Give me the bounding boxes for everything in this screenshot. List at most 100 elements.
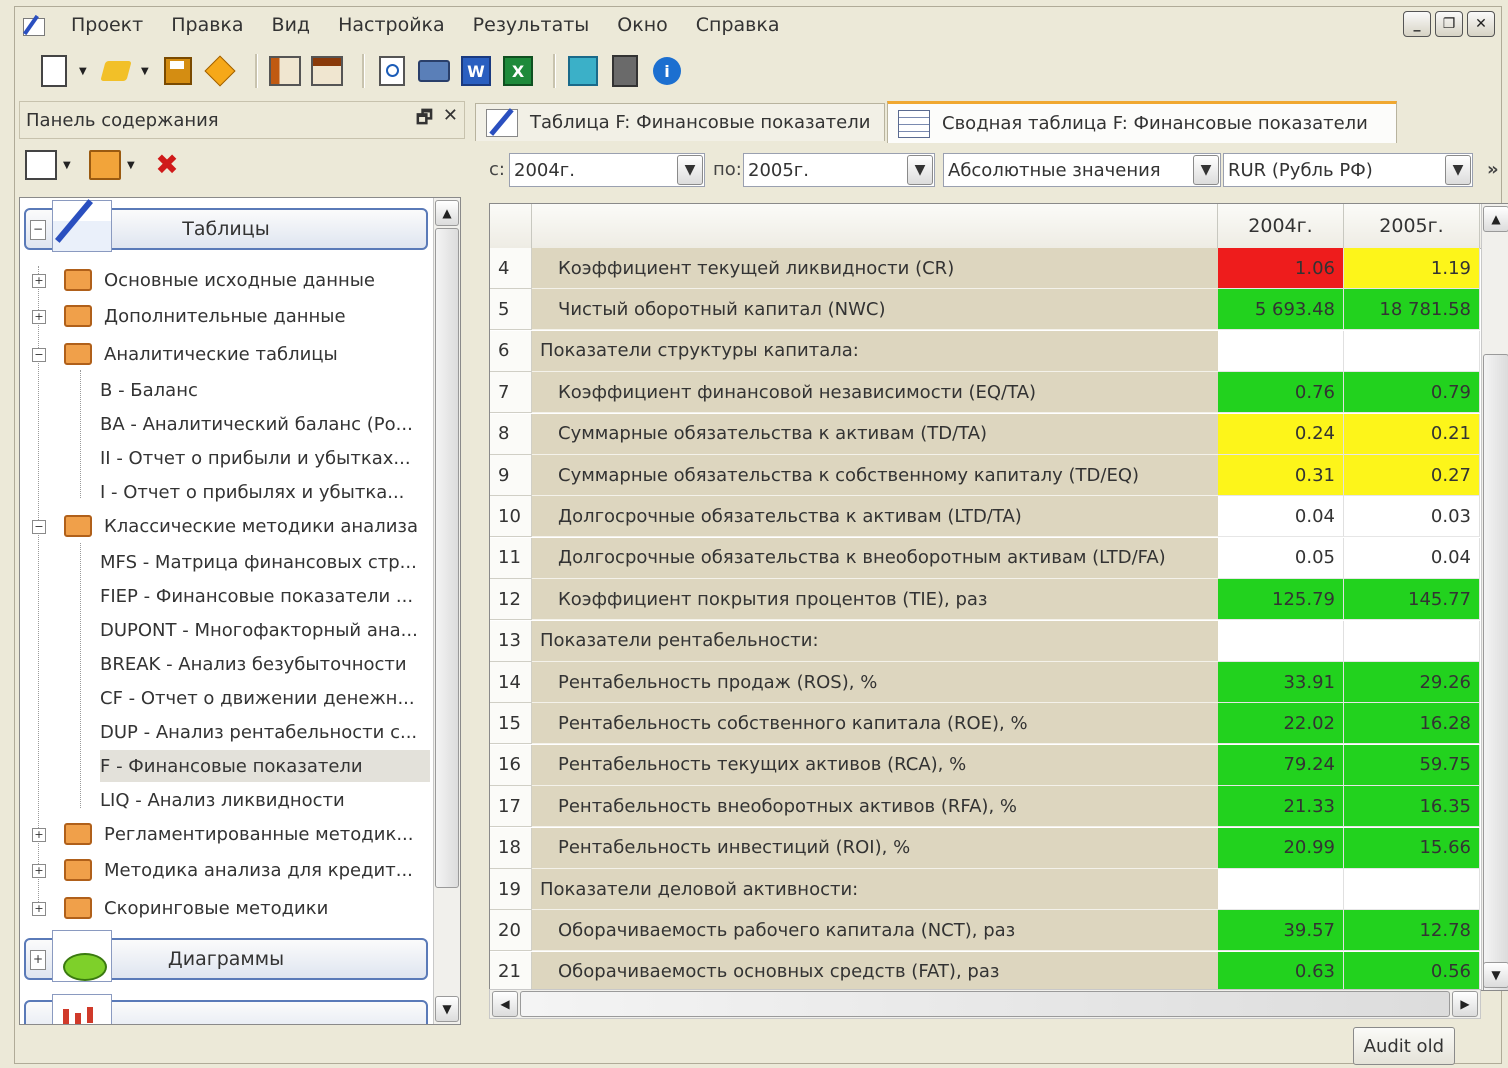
expand-icon[interactable]: +	[30, 950, 46, 970]
scroll-down-icon[interactable]: ▼	[435, 996, 459, 1022]
grid-vertical-scrollbar[interactable]: ▲ ▼	[1481, 204, 1508, 990]
table-row[interactable]: 5 Чистый оборотный капитал (NWC) 5 693.48 1…	[490, 289, 1480, 331]
pane-top-button[interactable]	[310, 54, 344, 88]
cell-2005[interactable]: 15.66	[1344, 827, 1480, 869]
save-button[interactable]	[161, 54, 195, 88]
cell-2004[interactable]: 0.63	[1218, 951, 1344, 990]
diamond-button[interactable]	[203, 54, 237, 88]
info-button[interactable]: i	[650, 54, 684, 88]
cell-2005[interactable]: 0.04	[1344, 537, 1480, 579]
value-mode-select[interactable]: Абсолютные значения ▼	[943, 153, 1221, 187]
export-word-button[interactable]: W	[459, 54, 493, 88]
table-row[interactable]: 6 Показатели структуры капитала:	[490, 330, 1480, 372]
close-panel-icon[interactable]: ✕	[443, 105, 458, 135]
tree-folder-credit-methods[interactable]: + Методика анализа для кредит...	[32, 854, 413, 886]
cell-2004[interactable]: 39.57	[1218, 910, 1344, 952]
group-charts[interactable]: + Диаграммы	[24, 930, 428, 982]
cell-2005[interactable]: 16.35	[1344, 786, 1480, 828]
tree-item-liq[interactable]: LIQ - Анализ ликвидности	[100, 784, 345, 816]
table-row[interactable]: 17 Рентабельность внеоборотных активов (R…	[490, 786, 1480, 828]
audit-button[interactable]: Audit old	[1352, 1027, 1455, 1065]
menu-view[interactable]: Вид	[258, 14, 325, 36]
table-row[interactable]: 4 Коэффициент текущей ликвидности (CR) 1.0…	[490, 248, 1480, 289]
cell-2004[interactable]: 0.05	[1218, 537, 1344, 579]
open-dropdown[interactable]: ▼	[141, 66, 151, 77]
cell-2005[interactable]: 0.03	[1344, 496, 1480, 538]
minimize-button[interactable]: _	[1403, 11, 1431, 37]
cell-2004[interactable]: 33.91	[1218, 662, 1344, 703]
table-row[interactable]: 21 Оборачиваемость основных средств (FAT)…	[490, 951, 1480, 990]
menu-edit[interactable]: Правка	[157, 14, 257, 36]
tree-item-break[interactable]: BREAK - Анализ безубыточности	[100, 648, 407, 680]
scroll-up-icon[interactable]: ▲	[435, 200, 459, 226]
cell-2004[interactable]: 21.33	[1218, 786, 1344, 828]
expand-icon[interactable]: +	[32, 274, 46, 288]
cell-2005[interactable]: 145.77	[1344, 579, 1480, 621]
table-row[interactable]: 8 Суммарные обязательства к активам (TD/T…	[490, 413, 1480, 455]
cell-2005[interactable]: 59.75	[1344, 744, 1480, 786]
chevron-down-icon[interactable]: ▼	[1193, 155, 1219, 185]
table-row[interactable]: 19 Показатели деловой активности:	[490, 869, 1480, 910]
table-row[interactable]: 14 Рентабельность продаж (ROS), % 33.91 29.…	[490, 662, 1480, 703]
cell-2004[interactable]	[1218, 330, 1344, 372]
tree-item-analytic-balance[interactable]: BA - Аналитический баланс (Ро...	[100, 408, 413, 440]
tree-item-fiep[interactable]: FIEP - Финансовые показатели ...	[100, 580, 413, 612]
tree-item-mfs[interactable]: MFS - Матрица финансовых стр...	[100, 546, 417, 578]
cell-2004[interactable]	[1218, 869, 1344, 910]
currency-select[interactable]: RUR (Рубль РФ) ▼	[1223, 153, 1473, 187]
cell-2005[interactable]: 1.19	[1344, 248, 1480, 289]
add-item-icon[interactable]	[25, 150, 57, 180]
scroll-thumb[interactable]	[435, 228, 459, 888]
add-item-dropdown[interactable]: ▼	[63, 160, 73, 171]
cell-2005[interactable]: 0.21	[1344, 413, 1480, 455]
to-period-select[interactable]: 2005г. ▼	[743, 153, 935, 187]
expand-icon[interactable]: +	[32, 902, 46, 916]
export-button[interactable]	[566, 54, 600, 88]
tree-item-profit-loss-2[interactable]: II - Отчет о прибыли и убытках...	[100, 442, 411, 474]
new-dropdown[interactable]: ▼	[79, 66, 89, 77]
table-row[interactable]: 12 Коэффициент покрытия процентов (TIE), …	[490, 579, 1480, 621]
cell-2005[interactable]: 0.27	[1344, 455, 1480, 496]
cell-2004[interactable]: 20.99	[1218, 827, 1344, 869]
cell-2004[interactable]: 0.04	[1218, 496, 1344, 538]
scroll-down-icon[interactable]: ▼	[1483, 962, 1508, 988]
cell-2005[interactable]: 16.28	[1344, 703, 1480, 745]
chevron-down-icon[interactable]: ▼	[677, 155, 703, 185]
table-row[interactable]: 20 Оборачиваемость рабочего капитала (NCT…	[490, 910, 1480, 952]
cell-2005[interactable]: 29.26	[1344, 662, 1480, 703]
tree-item-cf[interactable]: CF - Отчет о движении денежн...	[100, 682, 415, 714]
table-row[interactable]: 9 Суммарные обязательства к собственному …	[490, 455, 1480, 496]
tree-folder-regulated-methods[interactable]: + Регламентированные методик...	[32, 818, 413, 850]
cell-2004[interactable]: 79.24	[1218, 744, 1344, 786]
table-row[interactable]: 10 Долгосрочные обязательства к активам (…	[490, 496, 1480, 538]
group-tables[interactable]: − Таблицы	[24, 200, 428, 252]
preview-button[interactable]	[375, 54, 409, 88]
table-row[interactable]: 11 Долгосрочные обязательства к внеоборот…	[490, 537, 1480, 579]
grid-horizontal-scrollbar[interactable]: ◀ ▶	[489, 989, 1481, 1019]
tree-scrollbar[interactable]: ▲ ▼	[433, 198, 460, 1024]
from-period-select[interactable]: 2004г. ▼	[509, 153, 705, 187]
add-folder-icon[interactable]	[89, 150, 121, 180]
delete-icon[interactable]: ✖	[153, 151, 181, 179]
cell-2004[interactable]: 0.24	[1218, 413, 1344, 455]
cell-2005[interactable]	[1344, 330, 1480, 372]
tab-table-f[interactable]: Таблица F: Финансовые показатели	[475, 103, 885, 141]
scroll-up-icon[interactable]: ▲	[1483, 206, 1508, 232]
tree-folder-main-data[interactable]: + Основные исходные данные	[32, 264, 375, 296]
tree-folder-classic-methods[interactable]: − Классические методики анализа	[32, 510, 418, 542]
more-options-icon[interactable]: »	[1487, 159, 1499, 180]
scroll-thumb[interactable]	[520, 991, 1450, 1017]
cell-2004[interactable]: 125.79	[1218, 579, 1344, 621]
table-row[interactable]: 18 Рентабельность инвестиций (ROI), % 20.9…	[490, 827, 1480, 869]
menu-window[interactable]: Окно	[603, 14, 681, 36]
cell-2004[interactable]: 22.02	[1218, 703, 1344, 745]
menu-project[interactable]: Проект	[57, 14, 157, 36]
tree-folder-extra-data[interactable]: + Дополнительные данные	[32, 300, 346, 332]
tree-folder-scoring-methods[interactable]: + Скоринговые методики	[32, 892, 328, 924]
cell-2004[interactable]: 0.31	[1218, 455, 1344, 496]
cell-2004[interactable]	[1218, 620, 1344, 662]
table-row[interactable]: 13 Показатели рентабельности:	[490, 620, 1480, 662]
menu-help[interactable]: Справка	[682, 14, 794, 36]
calculator-button[interactable]	[608, 54, 642, 88]
tree-item-profit-loss-1[interactable]: I - Отчет о прибылях и убытка...	[100, 476, 404, 508]
